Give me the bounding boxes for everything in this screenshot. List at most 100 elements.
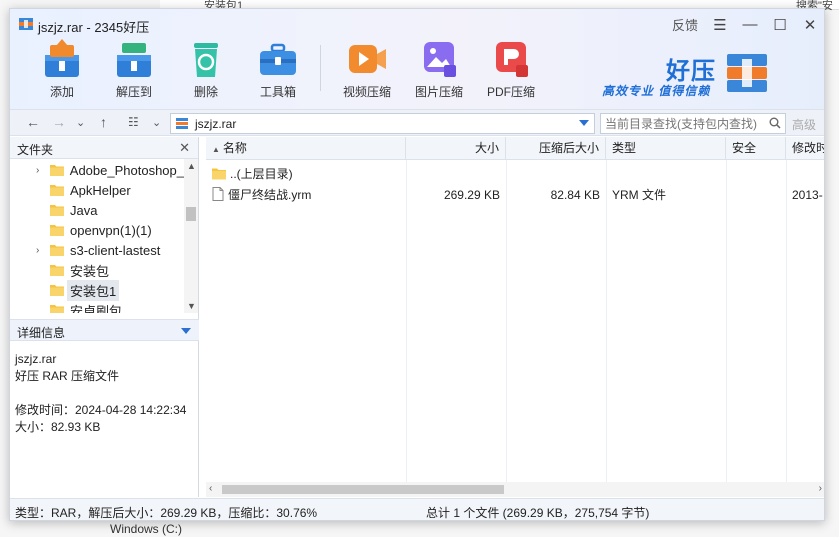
address-bar: ← → ⌄ ↑ ☷ ⌄ jszjz.rar 高级	[10, 109, 824, 136]
folder-tree-item[interactable]: ApkHelper	[10, 180, 184, 200]
file-cell-type: YRM 文件	[606, 185, 726, 206]
search-field[interactable]	[600, 113, 786, 134]
file-name: ..(上层目录)	[230, 167, 293, 181]
file-packed: 82.84 KB	[550, 188, 600, 202]
folder-tree-label: 安卓刷包	[70, 303, 123, 314]
scroll-up-icon[interactable]: ▲	[187, 161, 196, 171]
history-chevron-icon[interactable]: ⌄	[76, 116, 85, 129]
search-input[interactable]	[601, 114, 761, 133]
image-compress-button[interactable]: 图片压缩	[407, 39, 471, 105]
column-security[interactable]: 安全	[726, 137, 786, 160]
forward-arrow-icon[interactable]: →	[52, 114, 66, 130]
status-total: 总计 1 个文件 (269.29 KB，275,754 字节)	[426, 506, 650, 520]
folder-icon	[50, 185, 64, 196]
window-controls: 反馈 ☰ — ☐ ✕	[672, 15, 818, 34]
search-icon[interactable]	[769, 117, 781, 129]
view-mode-icon[interactable]: ☷	[128, 115, 139, 129]
folder-icon	[49, 165, 64, 176]
details-label: 详细信息	[17, 326, 66, 340]
image-compress-label: 图片压缩	[414, 85, 463, 99]
video-compress-button[interactable]: 视频压缩	[335, 39, 399, 105]
path-dropdown-icon[interactable]	[579, 120, 589, 126]
status-archive-info: 类型：RAR，解压后大小：269.29 KB，压缩比：30.76%	[15, 506, 318, 520]
archive-path-icon	[176, 118, 188, 129]
details-body: jszjz.rar 好压 RAR 压缩文件 修改时间：2024-04-28 14…	[15, 351, 199, 436]
scroll-down-icon[interactable]: ▼	[187, 301, 196, 311]
background-drive-item[interactable]: Windows (C:)	[60, 522, 360, 537]
file-type: YRM 文件	[612, 188, 667, 202]
window-title: jszjz.rar - 2345好压	[38, 20, 150, 35]
extract-to-button[interactable]: 解压到	[102, 39, 166, 105]
column-name[interactable]: ▲ 名称	[206, 137, 406, 160]
back-arrow-icon[interactable]: ←	[26, 114, 40, 130]
view-dropdown-icon[interactable]: ⌄	[152, 116, 161, 129]
folder-tree-item[interactable]: 安装包1	[10, 279, 184, 301]
folder-tree-label: Java	[70, 202, 98, 218]
hscrollbar-thumb[interactable]	[222, 485, 504, 494]
file-cell-modified: 2013-	[786, 185, 824, 206]
detail-size: 大小：82.93 KB	[15, 420, 101, 434]
folder-tree-item[interactable]: 安装包	[10, 260, 184, 280]
expand-chevron-icon[interactable]: ›	[36, 165, 46, 176]
advanced-search-link[interactable]: 高级	[792, 116, 816, 133]
file-cell-size: 269.29 KB	[406, 185, 506, 206]
file-name: 僵尸终结战.yrm	[228, 188, 312, 202]
toolbox-button[interactable]: 工具箱	[246, 39, 310, 105]
column-modified[interactable]: 修改时	[786, 137, 824, 160]
folder-tree-item[interactable]: openvpn(1)(1)	[10, 220, 184, 240]
folders-header: 文件夹 ✕	[10, 137, 198, 159]
detail-modified: 修改时间：2024-04-28 14:22:34	[15, 403, 187, 417]
file-cell-packed	[506, 164, 606, 185]
folder-icon	[50, 205, 64, 216]
folder-tree-item[interactable]: 安卓刷包	[10, 300, 184, 313]
folder-tree-label: Adobe_Photoshop_	[69, 162, 184, 178]
add-button-label: 添加	[49, 85, 74, 99]
column-size[interactable]: 大小	[406, 137, 506, 160]
folder-icon	[50, 245, 64, 256]
file-row[interactable]: ..(上层目录)	[206, 164, 824, 185]
details-header[interactable]: 详细信息	[10, 319, 199, 341]
folder-tree-scrollbar[interactable]: ▲ ▼	[184, 159, 198, 313]
extract-icon	[117, 43, 151, 77]
pdf-compress-button[interactable]: PDF压缩	[479, 39, 543, 105]
maximize-icon[interactable]: ☐	[772, 16, 788, 34]
column-type[interactable]: 类型	[606, 137, 726, 160]
path-text: jszjz.rar	[195, 117, 237, 131]
scroll-left-icon[interactable]: ‹	[209, 483, 212, 494]
detail-filename: jszjz.rar	[15, 352, 57, 366]
titlebar: jszjz.rar - 2345好压 反馈 ☰ — ☐ ✕ 添加 解压到 删除 …	[10, 9, 824, 109]
delete-button[interactable]: 删除	[174, 39, 238, 105]
file-row[interactable]: 僵尸终结战.yrm 269.29 KB 82.84 KB YRM 文件 2013-	[206, 185, 824, 206]
close-folders-icon[interactable]: ✕	[179, 140, 190, 156]
folder-icon	[50, 285, 64, 296]
file-modified: 2013-	[792, 188, 823, 202]
path-field[interactable]: jszjz.rar	[170, 113, 595, 134]
file-icon	[212, 187, 224, 201]
toolbox-icon	[260, 43, 296, 75]
toolbar-divider	[320, 45, 321, 91]
details-collapse-icon[interactable]	[181, 328, 191, 334]
file-cell-name: 僵尸终结战.yrm	[206, 185, 406, 206]
folder-tree-label: s3-client-lastest	[70, 242, 161, 258]
feedback-link[interactable]: 反馈	[672, 15, 698, 34]
up-arrow-icon[interactable]: ↑	[100, 114, 107, 130]
minimize-icon[interactable]: —	[742, 16, 758, 33]
folder-tree-item[interactable]: Java	[10, 200, 184, 220]
folder-tree-item[interactable]: › s3-client-lastest	[10, 240, 184, 260]
close-icon[interactable]: ✕	[802, 16, 818, 34]
folder-tree-item[interactable]: › Adobe_Photoshop_	[10, 160, 184, 180]
brand-slogan: 高效专业 值得信赖	[602, 84, 711, 98]
recycle-bin-icon	[194, 43, 218, 77]
folder-tree-label: ApkHelper	[70, 182, 131, 198]
expand-chevron-icon[interactable]: ›	[36, 245, 46, 256]
add-button[interactable]: 添加	[30, 39, 94, 105]
scrollbar-thumb[interactable]	[186, 207, 196, 221]
archive-app-icon	[19, 18, 33, 30]
file-cell-security	[726, 185, 786, 206]
menu-icon[interactable]: ☰	[712, 16, 728, 34]
column-packed-size[interactable]: 压缩后大小	[506, 137, 606, 160]
folder-icon	[50, 225, 64, 236]
scroll-right-icon[interactable]: ›	[819, 483, 822, 494]
file-list-hscrollbar[interactable]: ‹ ›	[206, 482, 824, 497]
video-icon	[349, 45, 386, 73]
